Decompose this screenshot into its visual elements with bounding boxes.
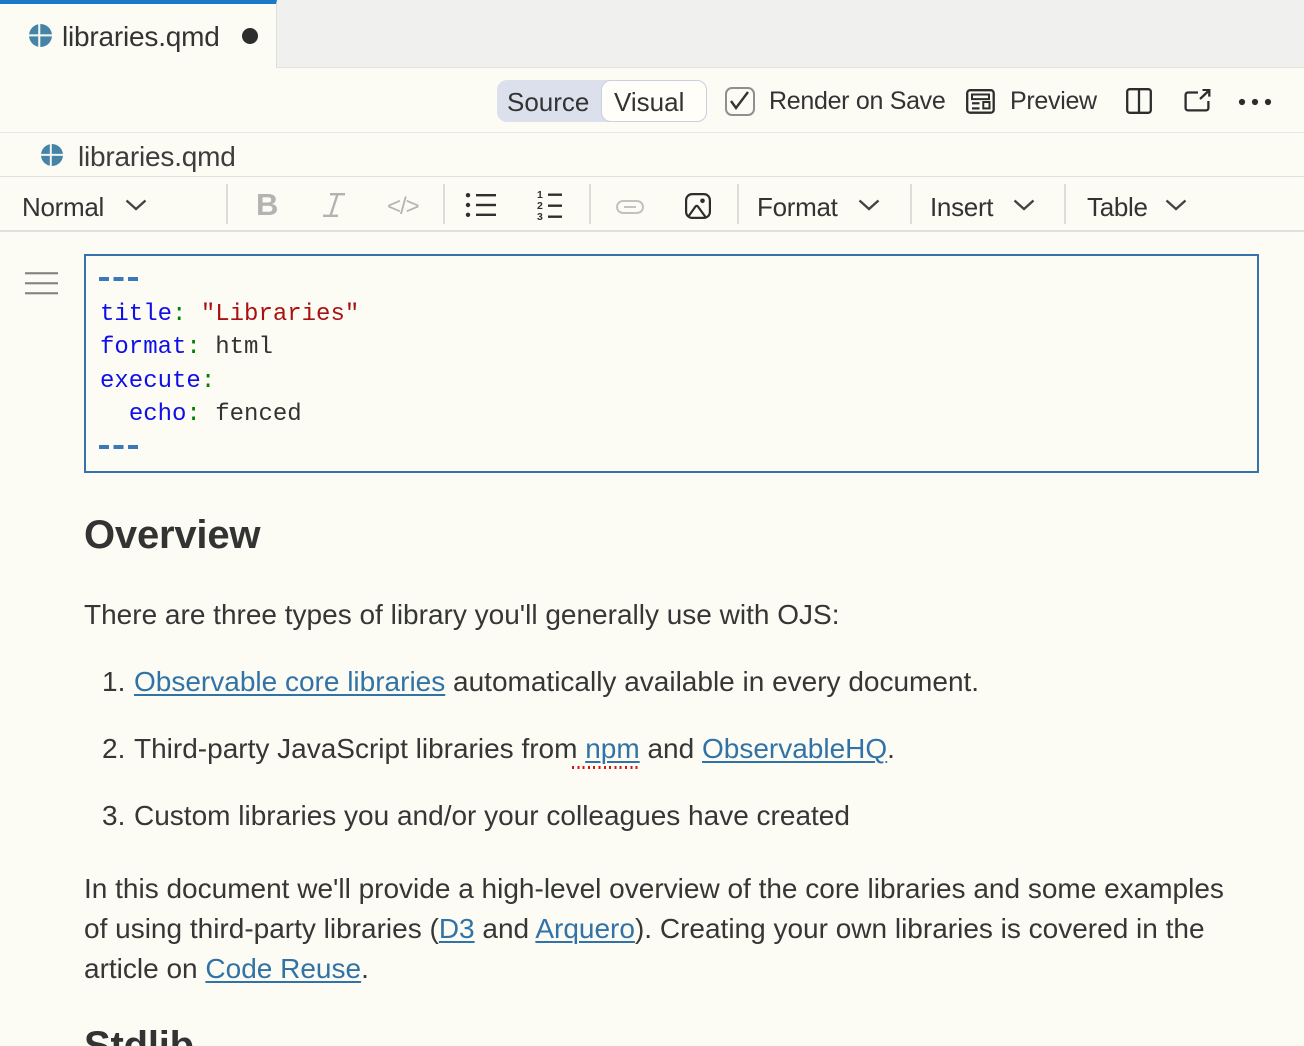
svg-text:3: 3 [537,211,543,221]
